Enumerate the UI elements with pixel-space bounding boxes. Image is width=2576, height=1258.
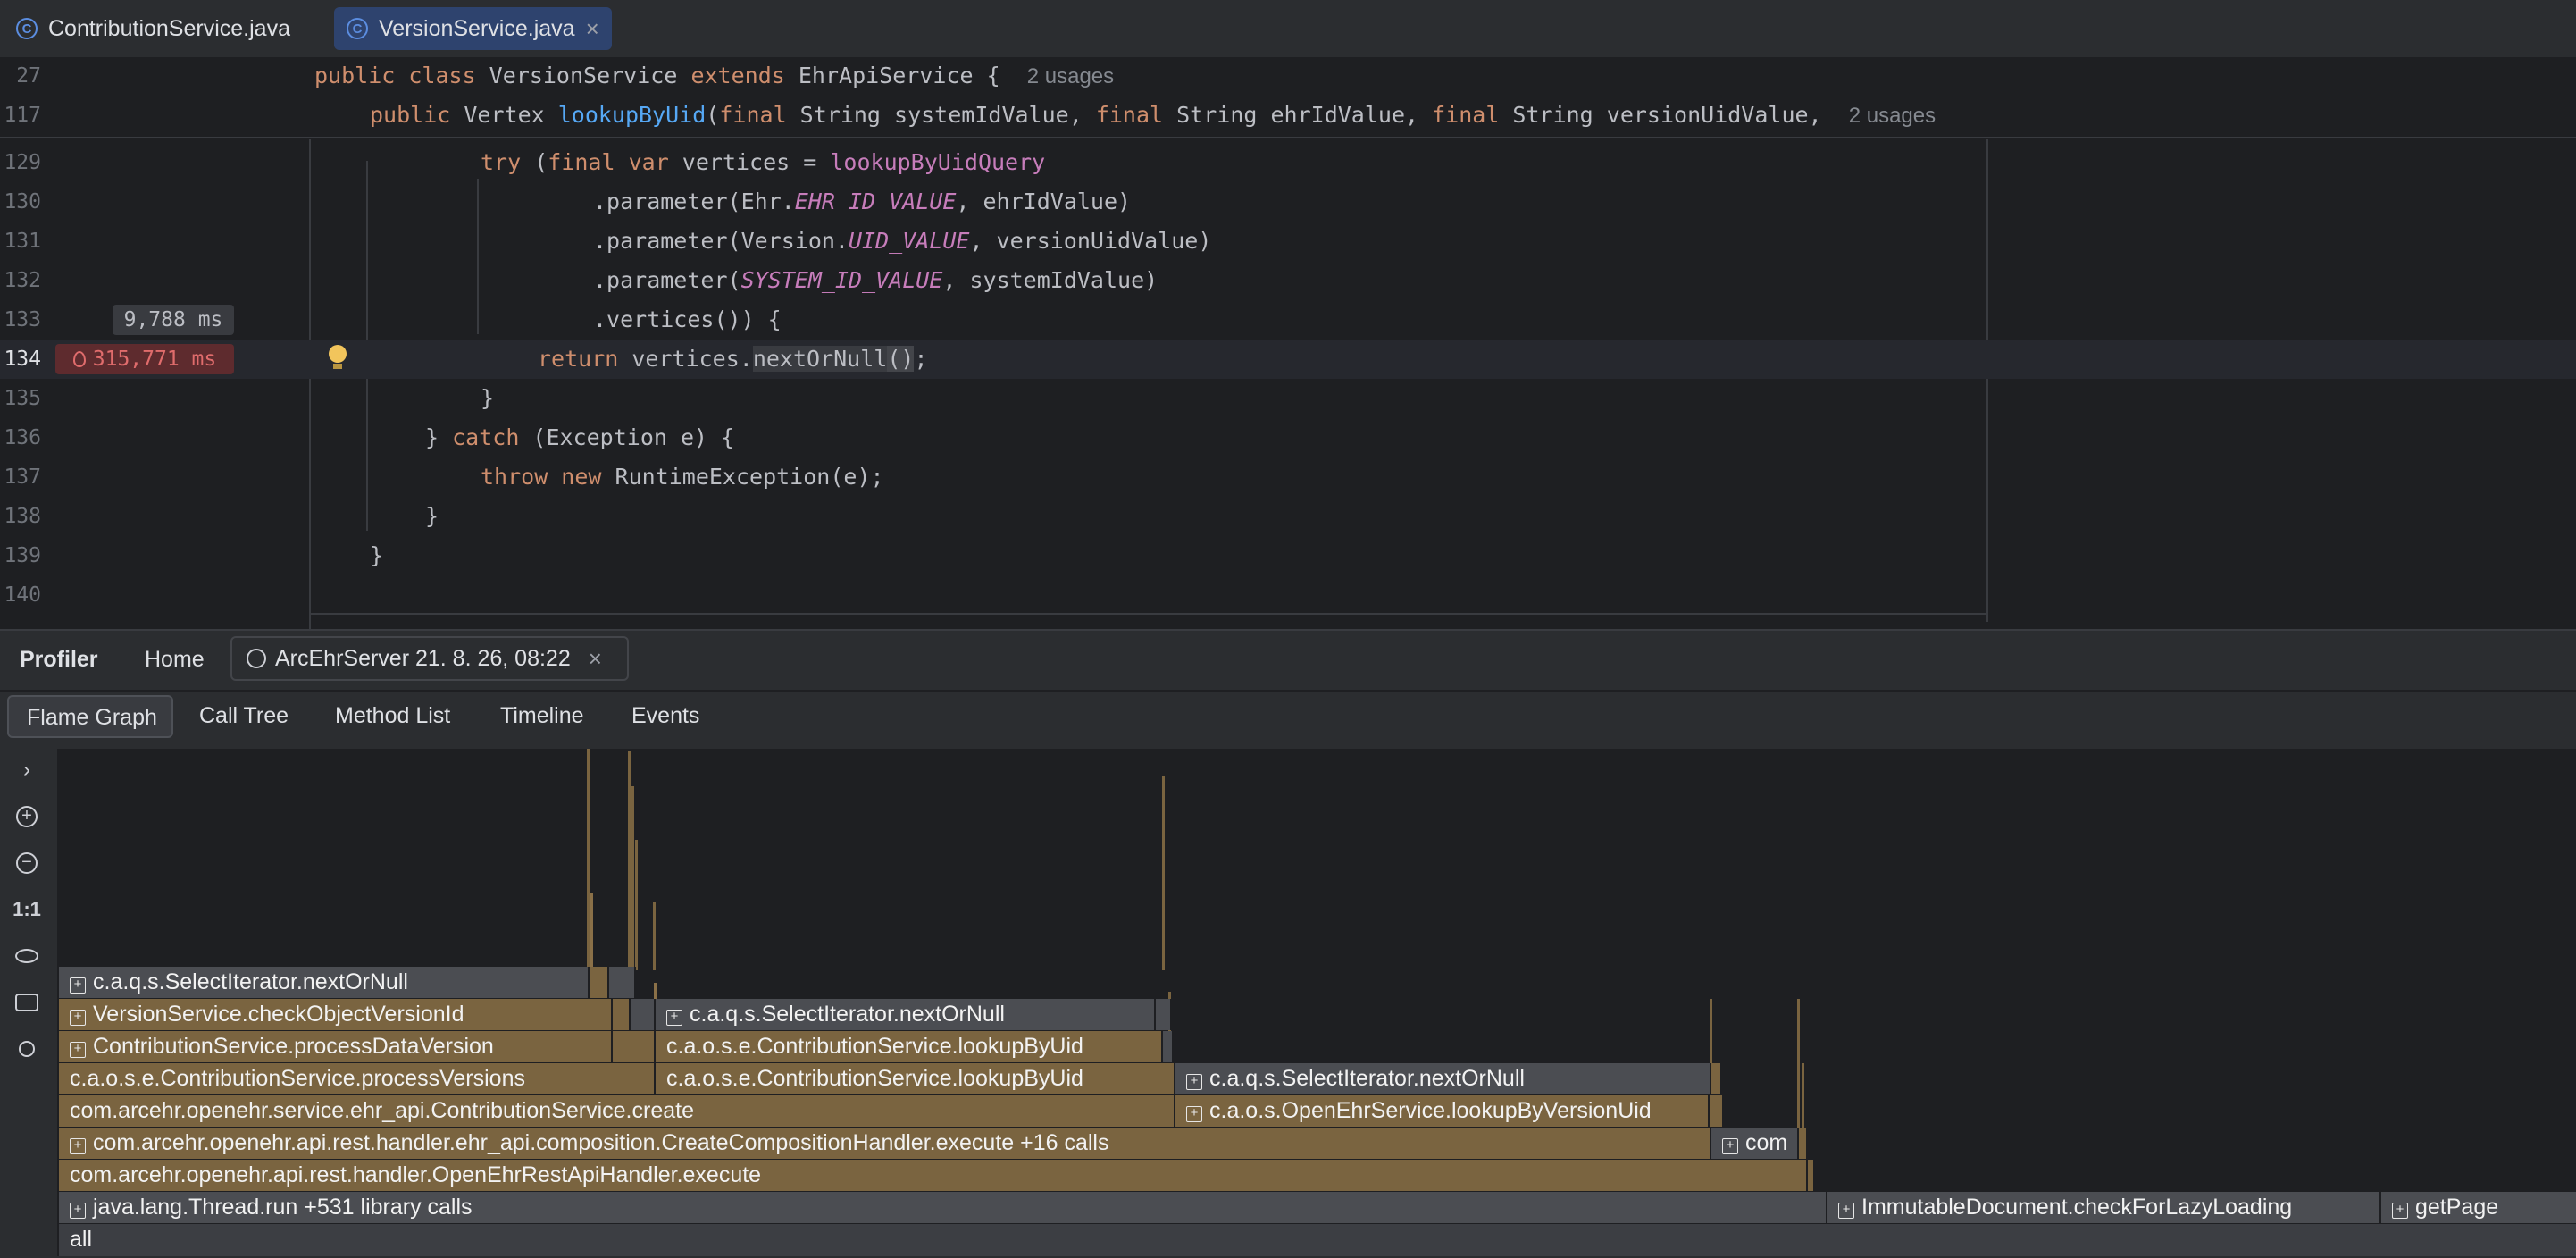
line-number: 140: [4, 583, 41, 607]
code-line-133[interactable]: .vertices()) {: [593, 306, 782, 332]
hot-line-timing-badge[interactable]: 315,771 ms: [55, 344, 234, 374]
usages-hint[interactable]: 2 usages: [1027, 64, 1114, 88]
camera-icon[interactable]: [13, 988, 41, 1017]
flame-frame[interactable]: com.arcehr.openehr.api.rest.handler.Open…: [59, 1160, 1808, 1191]
lightbulb-icon[interactable]: [329, 345, 348, 372]
tab-contribution-service[interactable]: C ContributionService.java: [9, 7, 297, 50]
line-number: 138: [4, 505, 41, 528]
flame-frame-root[interactable]: all: [59, 1224, 2576, 1256]
reset-zoom-icon[interactable]: 1:1: [13, 895, 41, 924]
code-line-139[interactable]: }: [370, 542, 383, 568]
flame-frame[interactable]: + getPage: [2381, 1192, 2576, 1223]
line-number: 133: [4, 308, 41, 331]
flame-frame[interactable]: + com.arcehr.openehr.api.rest.handler.ehr…: [59, 1128, 1711, 1159]
tab-label: ContributionService.java: [48, 15, 290, 41]
line-number: 129: [4, 151, 41, 174]
flame-frame[interactable]: + c.a.o.s.OpenEhrService.lookupByVersionU…: [1175, 1095, 1710, 1127]
close-icon[interactable]: ×: [586, 15, 599, 43]
tab-label: VersionService.java: [379, 15, 575, 41]
tab-method-list[interactable]: Method List: [335, 703, 450, 729]
code-line-130[interactable]: .parameter(Ehr.EHR_ID_VALUE, ehrIdValue): [593, 189, 1131, 214]
flame-frame[interactable]: + java.lang.Thread.run +531 library calls: [59, 1192, 1827, 1223]
tab-timeline[interactable]: Timeline: [500, 703, 584, 729]
line-number: 27: [16, 64, 41, 88]
flame-frame[interactable]: c.a.o.s.e.ContributionService.lookupByUi…: [656, 1031, 1163, 1062]
code-line-132[interactable]: .parameter(SYSTEM_ID_VALUE, systemIdValu…: [593, 267, 1158, 293]
flame-frame[interactable]: + ContributionService.processDataVersion: [59, 1031, 613, 1062]
code-line-129[interactable]: try (final var vertices = lookupByUidQue…: [481, 149, 1045, 175]
line-number: 136: [4, 426, 41, 449]
session-label: ArcEhrServer 21. 8. 26, 08:22: [275, 645, 571, 671]
flame-frame[interactable]: + c.a.q.s.SelectIterator.nextOrNull: [59, 967, 590, 998]
sticky-line-class[interactable]: public class VersionService extends EhrA…: [314, 63, 1114, 89]
session-tab[interactable]: ArcEhrServer 21. 8. 26, 08:22 ×: [230, 636, 629, 681]
current-line-highlight: [0, 340, 2576, 379]
usages-hint[interactable]: 2 usages: [1849, 104, 1936, 128]
line-number: 139: [4, 544, 41, 567]
search-icon[interactable]: [13, 1035, 41, 1063]
class-icon: C: [16, 18, 38, 39]
flame-frame[interactable]: + ImmutableDocument.checkForLazyLoading: [1827, 1192, 2381, 1223]
code-line-131[interactable]: .parameter(Version.UID_VALUE, versionUid…: [593, 228, 1211, 254]
code-line-136[interactable]: } catch (Exception e) {: [425, 424, 734, 450]
flame-frame[interactable]: c.a.o.s.e.ContributionService.processVer…: [59, 1063, 656, 1094]
sticky-line-method[interactable]: public Vertex lookupByUid(final String s…: [370, 102, 1936, 129]
flame-frame[interactable]: com.arcehr.openehr.service.ehr_api.Contr…: [59, 1095, 1175, 1127]
line-number: 117: [4, 104, 41, 127]
flame-frame[interactable]: + c.a.q.s.SelectIterator.nextOrNull: [656, 999, 1156, 1030]
home-tab[interactable]: Home: [145, 647, 205, 673]
flame-icon: [72, 351, 86, 367]
flame-frame[interactable]: + c.a.q.s.SelectIterator.nextOrNull: [1175, 1063, 1711, 1094]
sticky-separator: [0, 137, 2576, 138]
code-line-138[interactable]: }: [425, 503, 439, 529]
class-icon: C: [347, 18, 368, 39]
code-line-134[interactable]: return vertices.nextOrNull();: [538, 346, 928, 372]
zoom-out-icon[interactable]: −: [13, 849, 41, 877]
editor-tab-bar: C ContributionService.java C VersionServ…: [0, 0, 2576, 58]
flame-frame[interactable]: + com: [1711, 1128, 1799, 1159]
line-timing-badge[interactable]: 9,788 ms: [113, 305, 234, 335]
flame-frame[interactable]: c.a.o.s.e.ContributionService.lookupByUi…: [656, 1063, 1175, 1094]
line-number: 132: [4, 269, 41, 292]
line-number: 131: [4, 230, 41, 253]
code-line-135[interactable]: }: [481, 385, 494, 411]
eye-icon[interactable]: [13, 942, 41, 970]
zoom-in-icon[interactable]: +: [13, 802, 41, 831]
clock-icon: [247, 649, 266, 668]
tab-call-tree[interactable]: Call Tree: [199, 703, 289, 729]
flame-frame[interactable]: + VersionService.checkObjectVersionId: [59, 999, 613, 1030]
tab-events[interactable]: Events: [631, 703, 699, 729]
expand-icon[interactable]: ›: [13, 756, 41, 784]
line-number: 130: [4, 190, 41, 214]
line-number: 135: [4, 387, 41, 410]
code-line-137[interactable]: throw new RuntimeException(e);: [481, 464, 884, 490]
tab-version-service[interactable]: C VersionService.java ×: [334, 7, 612, 50]
tab-flame-graph[interactable]: Flame Graph: [7, 695, 173, 738]
line-number: 134: [4, 348, 41, 371]
close-icon[interactable]: ×: [589, 645, 602, 673]
profiler-title: Profiler: [20, 647, 98, 672]
line-number: 137: [4, 465, 41, 489]
